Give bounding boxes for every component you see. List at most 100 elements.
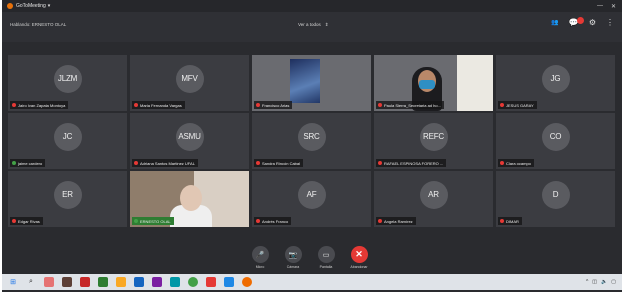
more-options-icon[interactable]: ⋮ [606, 18, 614, 27]
excel-icon[interactable] [98, 277, 108, 287]
avatar: MFV [175, 64, 204, 93]
info-bar: Hablando: ERNESTO OLAL Ver a todos ⇕ 👥 💬 … [2, 12, 622, 42]
window-controls: — ✕ [597, 3, 616, 10]
participant-name: Sandra Rincón Cabal [262, 160, 301, 166]
participant-name: Francisco Arias [262, 102, 290, 108]
avatar: D [541, 180, 570, 209]
search-icon[interactable]: ⌕ [26, 277, 36, 287]
screen-share-control[interactable]: ▭ Pantalla [315, 246, 337, 269]
participant-name-label: Maria Fernanda Vargas [132, 101, 185, 109]
task-view-icon[interactable] [44, 277, 54, 287]
notification-icon[interactable]: ▢ [611, 279, 616, 285]
participant-name: Paula Sierra_Secretaria ad ho... [384, 102, 441, 108]
word-icon[interactable] [224, 277, 234, 287]
mic-muted-icon [500, 103, 504, 107]
chevron-up-icon[interactable]: ^ [586, 279, 588, 285]
participant-name-label: DIMAR [498, 217, 522, 225]
system-tray: ^ ◫ 🔈 ▢ [586, 279, 616, 285]
app-icon[interactable] [152, 277, 162, 287]
avatar: AR [419, 180, 448, 209]
participant-grid: JLZM Jairo Ivan Zapata Montoya MFV Maria… [8, 55, 615, 227]
gear-icon[interactable]: ⚙ [589, 18, 596, 27]
participant-name-label: JESUS GARAY [498, 101, 537, 109]
avatar: AF [297, 180, 326, 209]
avatar: JG [541, 64, 570, 93]
gotomeeting-icon[interactable] [242, 277, 252, 287]
participant-name-label: Andrés Franco [254, 217, 292, 225]
participant-tile[interactable]: JC jaime cardero [8, 113, 127, 169]
participant-name-label: Sandra Rincón Cabal [254, 159, 304, 167]
participant-name-label: RAFAEL ESPINOSA FORERO ... [376, 159, 447, 167]
participant-tile[interactable]: REFC RAFAEL ESPINOSA FORERO ... [374, 113, 493, 169]
avatar: REFC [419, 122, 448, 151]
participants-button[interactable]: 👥 [551, 19, 558, 26]
app-icon[interactable] [206, 277, 216, 287]
participant-tile[interactable]: AR Angela Ramírez [374, 171, 493, 227]
mic-muted-icon [256, 161, 260, 165]
participant-tile[interactable]: ASMU Adriana Santos Martinez UFAL [130, 113, 249, 169]
outlook-icon[interactable] [134, 277, 144, 287]
participant-tile[interactable]: ER Edgar Rivas [8, 171, 127, 227]
camera-control[interactable]: 📷 Cámara [282, 246, 304, 269]
windows-start-icon[interactable]: ⊞ [8, 277, 18, 287]
avatar: SRC [297, 122, 326, 151]
mic-on-icon [12, 161, 16, 165]
participant-video-tile[interactable]: Francisco Arias [252, 55, 371, 111]
screen-share-label: Pantalla [319, 265, 333, 269]
mic-muted-icon [134, 161, 138, 165]
view-all-button[interactable]: Ver a todos ⇕ [298, 22, 329, 28]
participant-name: ERNESTO OLAL [140, 218, 171, 224]
mic-control[interactable]: 🎤 Micro [249, 246, 271, 269]
chevron-down-icon[interactable]: ▾ [48, 3, 51, 9]
video-face-mask [419, 80, 435, 89]
screen-share-icon[interactable]: ▭ [317, 246, 335, 263]
mic-muted-icon [500, 161, 504, 165]
participant-tile[interactable]: SRC Sandra Rincón Cabal [252, 113, 371, 169]
mic-muted-icon [378, 219, 382, 223]
volume-icon[interactable]: 🔈 [601, 279, 607, 285]
people-icon: 👥 [551, 20, 559, 26]
participant-name: Edgar Rivas [18, 218, 40, 224]
participant-name-label: Jairo Ivan Zapata Montoya [10, 101, 69, 109]
mic-on-icon [134, 219, 138, 223]
avatar: ASMU [175, 122, 204, 151]
participant-name-label: Paula Sierra_Secretaria ad ho... [376, 101, 444, 109]
microphone-icon[interactable]: 🎤 [251, 246, 269, 263]
participant-tile[interactable]: MFV Maria Fernanda Vargas [130, 55, 249, 111]
participant-video-tile[interactable]: ERNESTO OLAL [130, 171, 249, 227]
participant-tile[interactable]: JG JESUS GARAY [496, 55, 615, 111]
close-window-icon[interactable]: ✕ [611, 3, 616, 10]
participant-tile[interactable]: D DIMAR [496, 171, 615, 227]
close-icon[interactable]: ✕ [350, 246, 368, 263]
app-logo-icon [7, 3, 13, 9]
camera-icon[interactable]: 📷 [284, 246, 302, 263]
avatar: JC [53, 122, 82, 151]
leave-control[interactable]: ✕ Abandonar [348, 246, 370, 269]
minimize-icon[interactable]: — [597, 3, 603, 10]
participant-tile[interactable]: AF Andrés Franco [252, 171, 371, 227]
folder-icon[interactable] [116, 277, 126, 287]
chat-button[interactable]: 💬 [569, 17, 584, 27]
avatar: CO [541, 122, 570, 151]
mic-muted-icon [378, 103, 382, 107]
leave-label: Abandonar [350, 265, 368, 269]
participant-video-tile[interactable]: Paula Sierra_Secretaria ad ho... [374, 55, 493, 111]
participant-tile[interactable]: CO Clara ocampo [496, 113, 615, 169]
store-icon[interactable] [62, 277, 72, 287]
chrome-icon[interactable] [188, 277, 198, 287]
participant-name: jaime cardero [18, 160, 43, 166]
participant-name-label: Angela Ramírez [376, 217, 416, 225]
title-bar: GoToMeeting ▾ — ✕ [2, 0, 622, 12]
participant-name: Adriana Santos Martinez UFAL [140, 160, 195, 166]
app-icon[interactable] [80, 277, 90, 287]
network-icon[interactable]: ◫ [592, 279, 597, 285]
meeting-controls: 🎤 Micro 📷 Cámara ▭ Pantalla ✕ Abandonar [249, 246, 370, 269]
mic-muted-icon [134, 103, 138, 107]
video-feed [457, 55, 493, 111]
edge-icon[interactable] [170, 277, 180, 287]
mic-muted-icon [256, 219, 260, 223]
app-name[interactable]: GoToMeeting [16, 3, 46, 9]
toolbar-right: 👥 💬 ⚙ ⋮ [551, 17, 614, 27]
avatar: ER [53, 180, 82, 209]
participant-tile[interactable]: JLZM Jairo Ivan Zapata Montoya [8, 55, 127, 111]
